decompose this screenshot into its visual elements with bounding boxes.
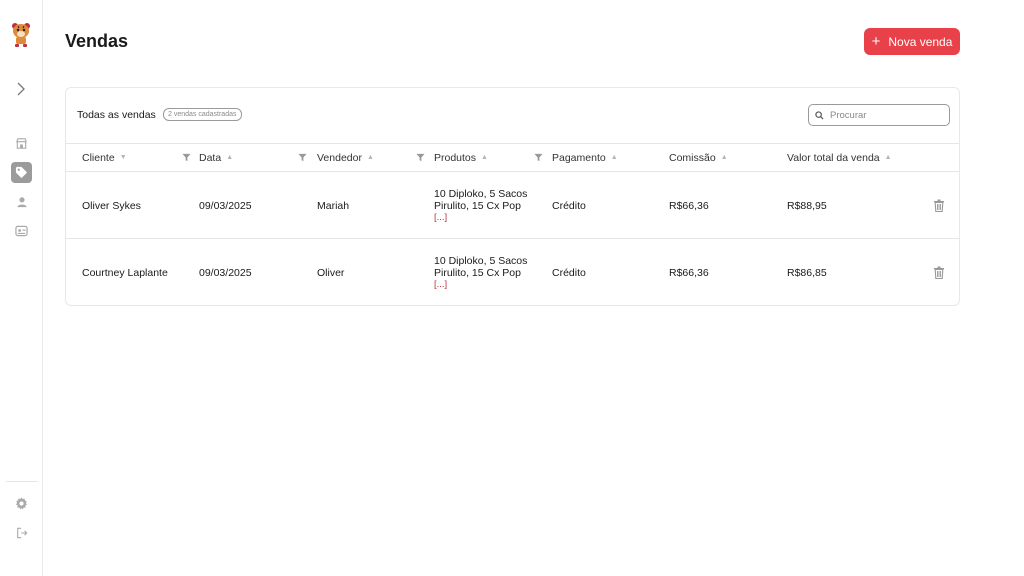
table-row[interactable]: Oliver Sykes 09/03/2025 Mariah 10 Diplok… bbox=[66, 172, 959, 239]
column-header-produtos[interactable]: Produtos ▲ bbox=[434, 144, 488, 171]
sidebar-item-users[interactable] bbox=[11, 191, 32, 212]
chevron-right-icon bbox=[17, 82, 25, 96]
sidebar-item-sales[interactable] bbox=[11, 162, 32, 183]
column-header-data[interactable]: Data ▲ bbox=[199, 144, 233, 171]
cell-pagamento: Crédito bbox=[552, 199, 586, 212]
column-header-pagamento[interactable]: Pagamento ▲ bbox=[552, 144, 618, 171]
new-sale-button[interactable]: + Nova venda bbox=[864, 28, 960, 55]
produtos-text: 10 Diploko, 5 Sacos Pirulito, 15 Cx Pop bbox=[434, 187, 528, 212]
sort-icon: ▲ bbox=[610, 154, 618, 161]
search-icon bbox=[815, 110, 824, 120]
count-badge: 2 vendas cadastradas bbox=[163, 108, 242, 121]
cell-valor-total: R$88,95 bbox=[787, 199, 827, 212]
cell-vendedor: Mariah bbox=[317, 199, 350, 212]
trash-icon[interactable] bbox=[933, 266, 945, 279]
filter-icon[interactable] bbox=[298, 153, 307, 162]
column-label: Comissão bbox=[669, 151, 716, 164]
produtos-text: 10 Diploko, 5 Sacos Pirulito, 15 Cx Pop bbox=[434, 254, 528, 279]
sort-icon: ▲ bbox=[481, 154, 488, 161]
table-row[interactable]: Courtney Laplante 09/03/2025 Oliver 10 D… bbox=[66, 239, 959, 306]
user-icon bbox=[16, 196, 27, 207]
trash-icon[interactable] bbox=[933, 199, 945, 212]
cell-pagamento: Crédito bbox=[552, 266, 586, 279]
cell-valor-total: R$86,85 bbox=[787, 266, 827, 279]
sidebar-item-settings[interactable] bbox=[11, 493, 32, 514]
produtos-more-link[interactable]: [...] bbox=[434, 212, 447, 224]
tiger-logo-icon bbox=[10, 20, 32, 48]
sidebar-expand-button[interactable] bbox=[12, 80, 30, 98]
sidebar-divider bbox=[6, 481, 38, 482]
column-label: Vendedor bbox=[317, 151, 362, 164]
sort-icon: ▲ bbox=[226, 154, 234, 161]
sort-icon: ▲ bbox=[884, 154, 892, 161]
column-header-comissao[interactable]: Comissão ▲ bbox=[669, 144, 728, 171]
cell-data: 09/03/2025 bbox=[199, 199, 252, 212]
column-label: Pagamento bbox=[552, 151, 606, 164]
new-sale-label: Nova venda bbox=[888, 34, 953, 49]
column-header-cliente[interactable]: Cliente ▼ bbox=[82, 144, 127, 171]
cell-vendedor: Oliver bbox=[317, 266, 345, 279]
search-input[interactable] bbox=[830, 109, 940, 121]
column-header-valor-total[interactable]: Valor total da venda ▲ bbox=[787, 144, 892, 171]
column-label: Valor total da venda bbox=[787, 151, 880, 164]
sidebar-item-store[interactable] bbox=[11, 133, 32, 154]
filter-icon[interactable] bbox=[534, 153, 543, 162]
sales-table-card: Todas as vendas 2 vendas cadastradas Cli… bbox=[65, 87, 960, 306]
table-header-bar: Todas as vendas 2 vendas cadastradas bbox=[66, 88, 959, 143]
tag-icon bbox=[15, 166, 28, 179]
column-header-vendedor[interactable]: Vendedor ▲ bbox=[317, 144, 374, 171]
cell-comissao: R$66,36 bbox=[669, 199, 709, 212]
logout-icon bbox=[16, 527, 28, 538]
table-head: Cliente ▼ Data ▲ Vendedor ▲ Produtos ▲ Pagam… bbox=[66, 143, 959, 172]
sidebar bbox=[0, 0, 43, 576]
search-box[interactable] bbox=[808, 104, 950, 126]
filter-icon[interactable] bbox=[416, 153, 425, 162]
cell-data: 09/03/2025 bbox=[199, 266, 252, 279]
cell-produtos: 10 Diploko, 5 Sacos Pirulito, 15 Cx Pop … bbox=[434, 239, 544, 306]
filter-icon[interactable] bbox=[182, 153, 191, 162]
store-icon bbox=[16, 138, 27, 149]
cell-cliente: Courtney Laplante bbox=[82, 266, 168, 279]
sidebar-item-id[interactable] bbox=[11, 220, 32, 241]
cell-produtos: 10 Diploko, 5 Sacos Pirulito, 15 Cx Pop … bbox=[434, 172, 544, 239]
sort-icon: ▲ bbox=[366, 154, 374, 161]
produtos-more-link[interactable]: [...] bbox=[434, 279, 447, 291]
gear-icon bbox=[15, 497, 28, 510]
plus-icon: + bbox=[871, 33, 881, 50]
cell-comissao: R$66,36 bbox=[669, 266, 709, 279]
table-title: Todas as vendas bbox=[77, 109, 156, 121]
cell-cliente: Oliver Sykes bbox=[82, 199, 141, 212]
column-label: Cliente bbox=[82, 151, 115, 164]
column-label: Data bbox=[199, 151, 222, 164]
column-label: Produtos bbox=[434, 151, 477, 164]
page-title: Vendas bbox=[65, 31, 129, 51]
id-card-icon bbox=[15, 225, 28, 236]
sort-icon: ▲ bbox=[720, 154, 728, 161]
sort-icon: ▼ bbox=[119, 154, 127, 161]
sidebar-item-logout[interactable] bbox=[11, 522, 32, 543]
